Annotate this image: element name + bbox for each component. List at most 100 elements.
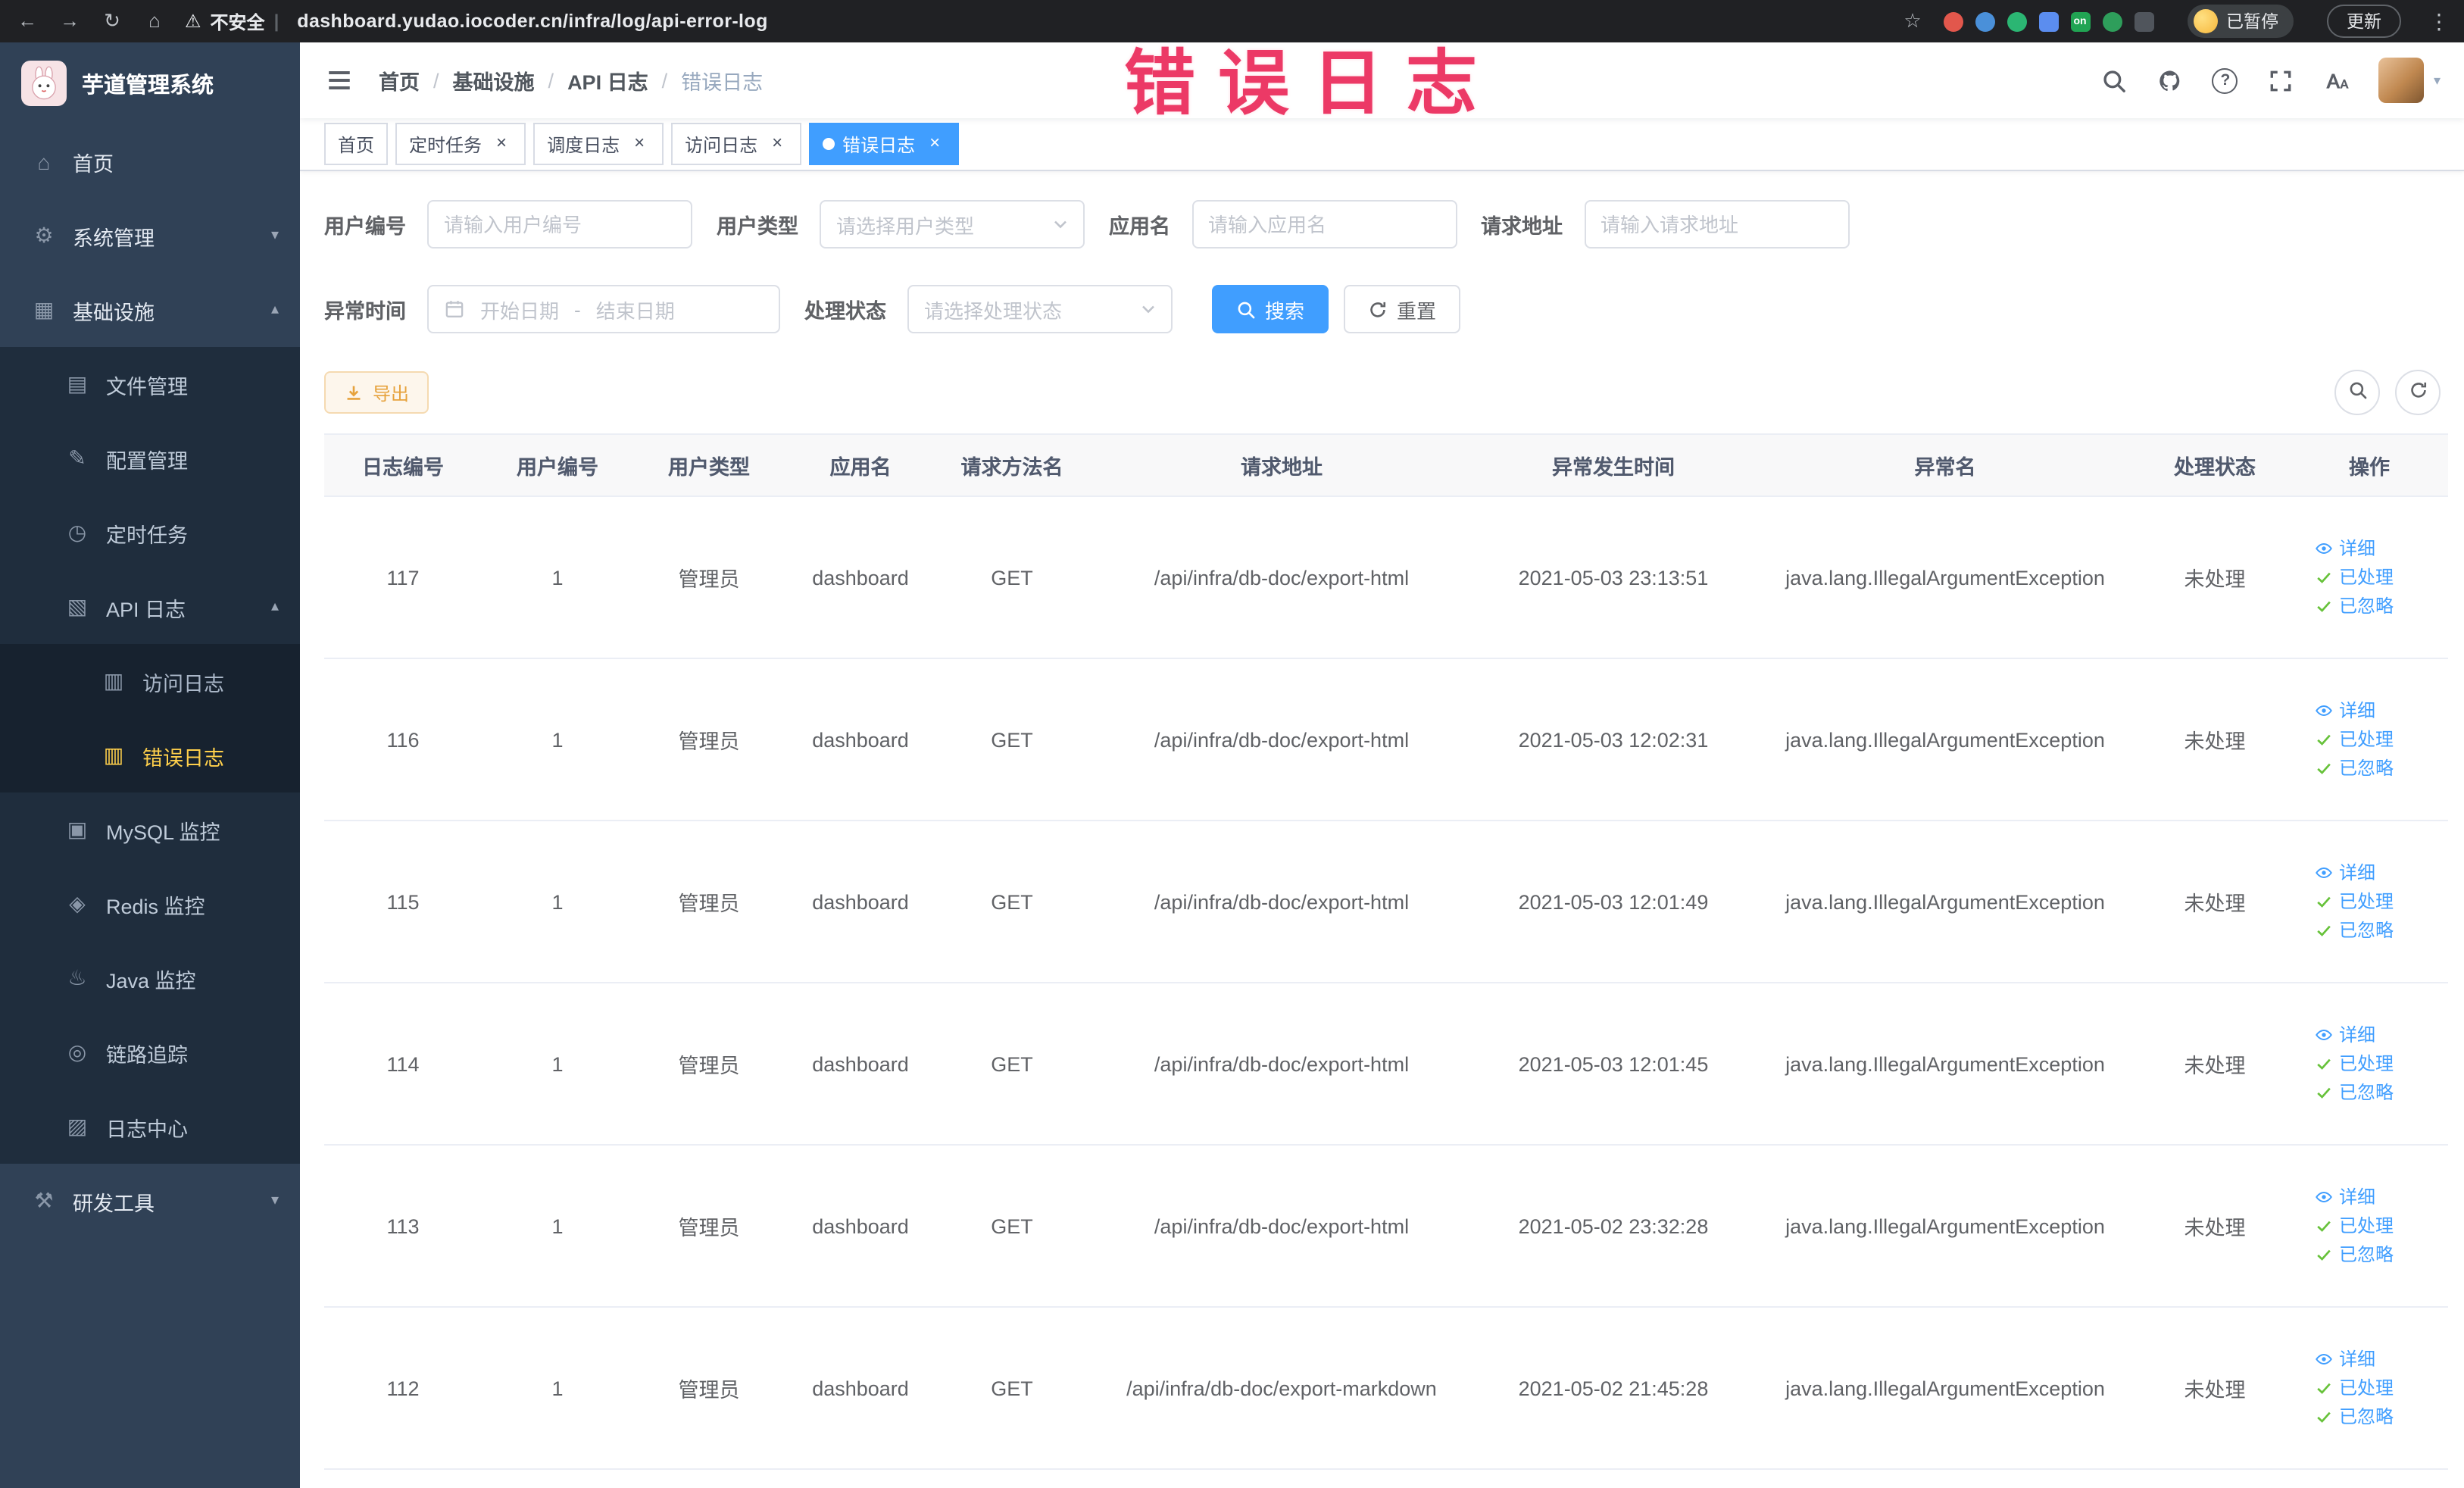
tab-0[interactable]: 首页 [324,123,389,165]
sidebar-item-redis[interactable]: ◈ Redis 监控 [0,867,300,941]
processed-label: 已处理 [2339,1377,2394,1398]
logo-link[interactable]: 芋道管理系统 [0,42,300,124]
chevron-down-icon: ▾ [2433,72,2441,87]
detail-link[interactable]: 详细 [2315,858,2439,887]
detail-link[interactable]: 详细 [2315,1345,2439,1374]
ignored-label: 已忽略 [2339,757,2394,778]
help-icon[interactable]: ? [2212,67,2238,93]
refresh-button[interactable] [2395,370,2441,415]
tab-4[interactable]: 错误日志 × [809,123,960,165]
detail-link[interactable]: 详细 [2315,1183,2439,1211]
processed-link[interactable]: 已处理 [2315,563,2439,592]
export-button[interactable]: 导出 [324,371,429,414]
sidebar-item-error-log[interactable]: ▥ 错误日志 [0,718,300,792]
sidebar-item-mysql[interactable]: ▣ MySQL 监控 [0,792,300,867]
cell-app-name: dashboard [785,496,936,659]
breadcrumb-separator: / [548,69,554,92]
search-toggle-button[interactable] [2334,370,2380,415]
breadcrumb-item[interactable]: 基础设施 [453,65,535,95]
user-menu[interactable]: ▾ [2378,58,2441,103]
check-icon [2315,1083,2333,1102]
browser-home-icon[interactable]: ⌂ [142,0,167,42]
security-indicator[interactable]: ⚠ 不安全 | [185,8,279,34]
table-header-row: 日志编号 用户编号 用户类型 应用名 请求方法名 请求地址 异常发生时间 异常名 处理状态 操作 [324,433,2448,497]
processed-link[interactable]: 已处理 [2315,887,2439,916]
processed-link[interactable]: 已处理 [2315,725,2439,754]
sidebar-item-system[interactable]: ⚙ 系统管理 ▾ [0,199,300,273]
sidebar-item-log-center[interactable]: ▨ 日志中心 [0,1089,300,1164]
ignored-link[interactable]: 已忽略 [2315,1240,2439,1269]
close-icon[interactable]: × [491,133,512,155]
processed-label: 已处理 [2339,890,2394,911]
filter-label: 异常时间 [324,300,406,323]
user-id-input[interactable] [427,200,692,249]
table-body: 117 1 管理员 dashboard GET/api/infra/db-doc/exp… [324,496,2448,1470]
sidebar-item-infra[interactable]: ▦ 基础设施 ▴ [0,273,300,347]
sidebar-item-config[interactable]: ✎ 配置管理 [0,421,300,495]
close-icon[interactable]: × [767,133,788,155]
ext-icon-3[interactable] [2006,11,2026,31]
profile-chip[interactable]: 已暂停 [2187,5,2294,38]
reset-button[interactable]: 重置 [1344,285,1461,333]
sidebar-item-job[interactable]: ◷ 定时任务 [0,495,300,570]
sidebar-item-dev-tools[interactable]: ⚒ 研发工具 ▾ [0,1164,300,1238]
ignored-link[interactable]: 已忽略 [2315,754,2439,783]
search-icon[interactable] [2100,67,2128,94]
url-text[interactable]: dashboard.yudao.iocoder.cn/infra/log/api… [297,11,767,32]
ext-icon-4[interactable] [2038,11,2058,31]
detail-link[interactable]: 详细 [2315,696,2439,725]
browser-reload-icon[interactable]: ↻ [100,0,124,42]
bookmark-star-icon[interactable]: ☆ [1900,0,1925,42]
sidebar-item-trace[interactable]: ◎ 链路追踪 [0,1015,300,1089]
ext-icon-2[interactable] [1975,11,1994,31]
ignored-link[interactable]: 已忽略 [2315,916,2439,945]
sidebar-item-access-log[interactable]: ▥ 访问日志 [0,644,300,718]
detail-link[interactable]: 详细 [2315,534,2439,563]
browser-menu-icon[interactable]: ⋮ [2428,8,2450,34]
cell-id: 113 [324,1145,482,1308]
trace-icon: ◎ [67,1039,87,1064]
browser-chrome: ← → ↻ ⌂ ⚠ 不安全 | dashboard.yudao.iocoder.… [0,0,2464,42]
ignored-label: 已忽略 [2339,595,2394,616]
sidebar-item-java[interactable]: ♨ Java 监控 [0,941,300,1015]
update-button[interactable]: 更新 [2327,5,2401,38]
tab-2[interactable]: 调度日志 × [533,123,664,165]
detail-link[interactable]: 详细 [2315,1021,2439,1049]
ext-icon-1[interactable] [1943,11,1963,31]
processed-link[interactable]: 已处理 [2315,1374,2439,1402]
sidebar-item-api-log[interactable]: ▧ API 日志 ▴ [0,570,300,644]
ext-icon-7[interactable] [2134,11,2153,31]
sidebar-item-home[interactable]: ⌂ 首页 [0,124,300,199]
ext-icon-6[interactable] [2102,11,2122,31]
breadcrumb-item[interactable]: API 日志 [567,65,648,95]
filter-label: 用户编号 [324,215,406,238]
tab-1[interactable]: 定时任务 × [395,123,526,165]
export-button-label: 导出 [373,383,410,404]
ignored-label: 已忽略 [2339,919,2394,940]
process-status-select[interactable]: 请选择处理状态 [907,285,1173,333]
app-name-input[interactable] [1191,200,1457,249]
ignored-link[interactable]: 已忽略 [2315,592,2439,621]
fullscreen-icon[interactable] [2267,67,2294,94]
search-button[interactable]: 搜索 [1212,285,1329,333]
font-size-icon[interactable] [2323,67,2350,94]
ext-icon-on-badge[interactable]: on [2070,11,2090,31]
github-icon[interactable] [2156,67,2184,94]
warning-icon: ⚠ [185,11,201,32]
ignored-link[interactable]: 已忽略 [2315,1402,2439,1431]
browser-forward-icon[interactable]: → [58,0,82,42]
breadcrumb-item[interactable]: 首页 [379,65,420,95]
ignored-link[interactable]: 已忽略 [2315,1078,2439,1107]
date-range-picker[interactable]: 开始日期 - 结束日期 [427,285,780,333]
sidebar-item-file[interactable]: ▤ 文件管理 [0,347,300,421]
processed-link[interactable]: 已处理 [2315,1211,2439,1240]
close-icon[interactable]: × [629,133,650,155]
hamburger-icon[interactable] [324,65,354,95]
tab-3[interactable]: 访问日志 × [671,123,802,165]
close-icon[interactable]: × [924,133,945,155]
processed-link[interactable]: 已处理 [2315,1049,2439,1078]
browser-back-icon[interactable]: ← [15,0,39,42]
cell-method: GET [936,658,1088,821]
request-url-input[interactable] [1584,200,1849,249]
user-type-select[interactable]: 请选择用户类型 [820,200,1085,249]
